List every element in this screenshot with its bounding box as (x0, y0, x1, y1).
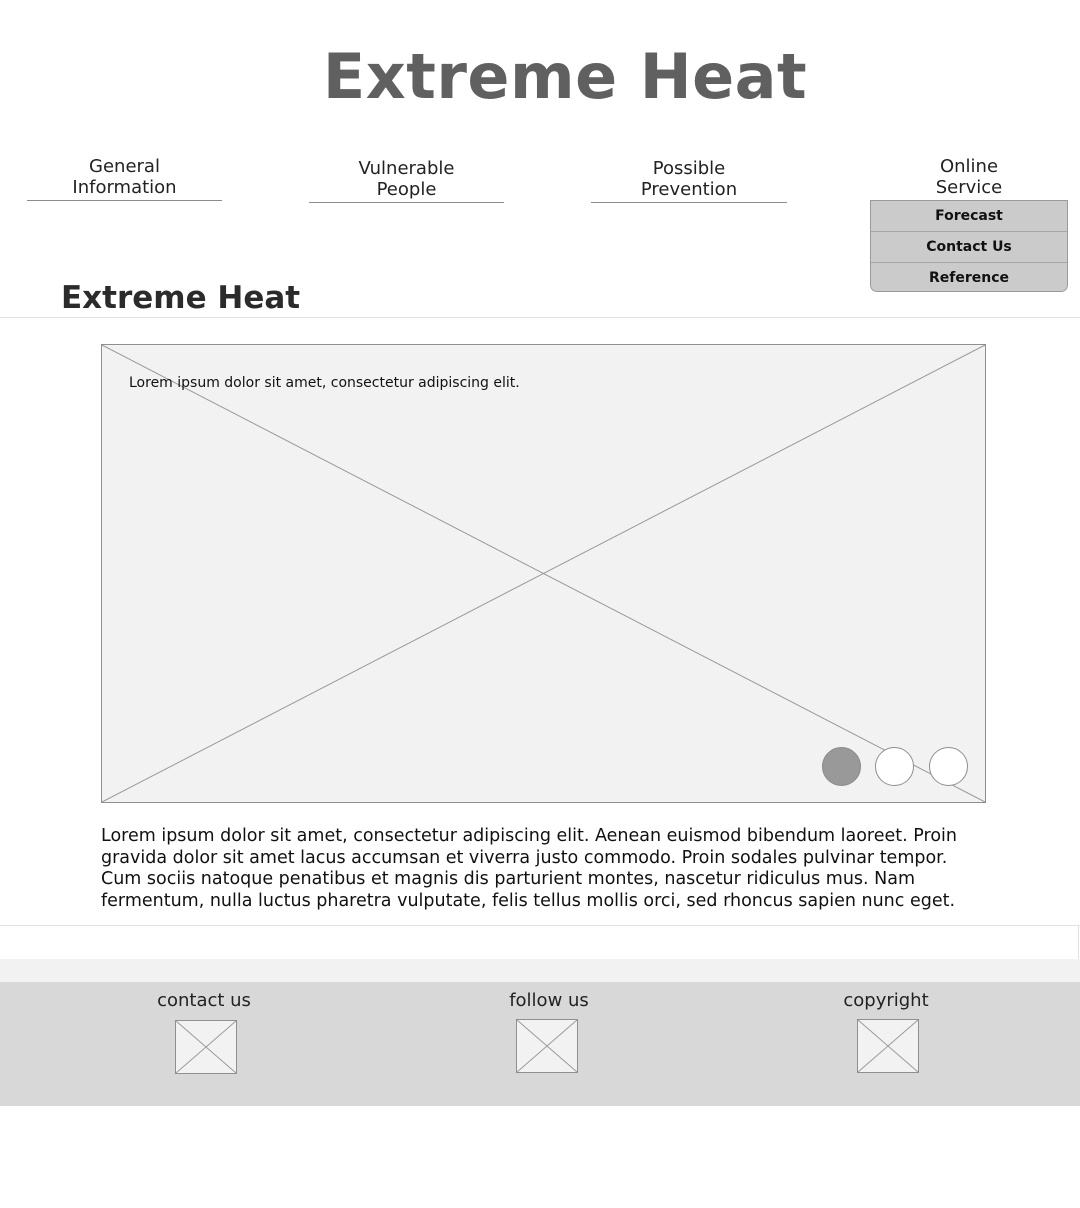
footer-follow-us: follow us (489, 990, 609, 1011)
contact-us-icon[interactable] (175, 1020, 237, 1074)
nav-item-label-line1: Possible (652, 158, 726, 179)
dropdown-item-reference[interactable]: Reference (871, 263, 1067, 293)
body-paragraph: Lorem ipsum dolor sit amet, consectetur … (101, 826, 957, 911)
nav-item-label-line2: Prevention (640, 179, 738, 200)
section-divider (0, 317, 1080, 318)
carousel-dot-2[interactable] (875, 747, 914, 786)
copyright-icon[interactable] (857, 1019, 919, 1073)
footer-copyright: copyright (826, 990, 946, 1011)
nav-item-label-line2: Service (935, 177, 1003, 198)
nav-item-possible-prevention[interactable]: Possible Prevention (591, 158, 787, 203)
online-service-dropdown: Forecast Contact Us Reference (870, 200, 1068, 292)
nav-item-vulnerable-people[interactable]: Vulnerable People (309, 158, 504, 203)
nav-item-label-line2: People (376, 179, 437, 200)
follow-us-icon[interactable] (516, 1019, 578, 1073)
nav-item-label-line1: Online (939, 156, 999, 177)
nav-item-label-line1: General (89, 156, 160, 177)
site-title: Extreme Heat (322, 40, 808, 113)
dropdown-item-forecast[interactable]: Forecast (871, 201, 1067, 232)
footer-copyright-label: copyright (843, 990, 929, 1011)
nav-item-general-information[interactable]: General Information (27, 156, 222, 201)
carousel-dot-3[interactable] (929, 747, 968, 786)
footer: contact us follow us copyright (0, 982, 1080, 1106)
dropdown-item-contact-us[interactable]: Contact Us (871, 232, 1067, 263)
nav-item-label-line2: Information (72, 177, 177, 198)
hero-carousel[interactable]: Lorem ipsum dolor sit amet, consectetur … (101, 344, 986, 803)
nav-item-online-service[interactable]: Online Service (870, 156, 1068, 198)
footer-follow-us-label: follow us (509, 990, 589, 1011)
footer-contact-us: contact us (144, 990, 264, 1011)
section-title: Extreme Heat (61, 280, 301, 316)
footer-divider (0, 925, 1080, 926)
footer-divider-edge (1078, 925, 1079, 959)
carousel-caption: Lorem ipsum dolor sit amet, consectetur … (129, 375, 520, 391)
carousel-dot-1[interactable] (822, 747, 861, 786)
nav-item-label-line1: Vulnerable (358, 158, 455, 179)
footer-top-band (0, 959, 1080, 982)
image-placeholder-icon (102, 345, 985, 802)
footer-contact-us-label: contact us (157, 990, 251, 1011)
